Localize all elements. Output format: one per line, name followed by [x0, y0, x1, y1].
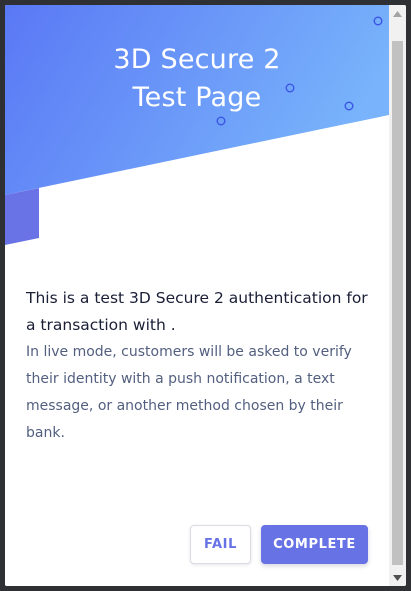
vertical-scrollbar[interactable] — [389, 5, 406, 586]
page-title-line-1: 3D Secure 2 — [113, 44, 281, 75]
fail-button[interactable]: FAIL — [190, 525, 251, 564]
page-title-line-2: Test Page — [132, 82, 262, 113]
complete-button[interactable]: COMPLETE — [261, 525, 368, 564]
page-title: 3D Secure 2 Test Page — [5, 41, 389, 117]
message-headline: This is a test 3D Secure 2 authenticatio… — [26, 289, 368, 334]
hero-banner: 3D Secure 2 Test Page — [5, 5, 389, 255]
challenge-frame: 3D Secure 2 Test Page This is a test 3D … — [5, 5, 406, 586]
scroll-up-button[interactable] — [389, 5, 406, 22]
message-body: In live mode, customers will be asked to… — [26, 344, 352, 441]
scroll-down-button[interactable] — [389, 569, 406, 586]
hero-accent-block — [5, 188, 39, 245]
challenge-message: This is a test 3D Secure 2 authenticatio… — [26, 285, 376, 447]
triangle-up-icon — [393, 10, 402, 17]
scrollbar-thumb[interactable] — [392, 41, 403, 565]
triangle-down-icon — [393, 574, 402, 581]
challenge-content: 3D Secure 2 Test Page This is a test 3D … — [5, 5, 389, 586]
